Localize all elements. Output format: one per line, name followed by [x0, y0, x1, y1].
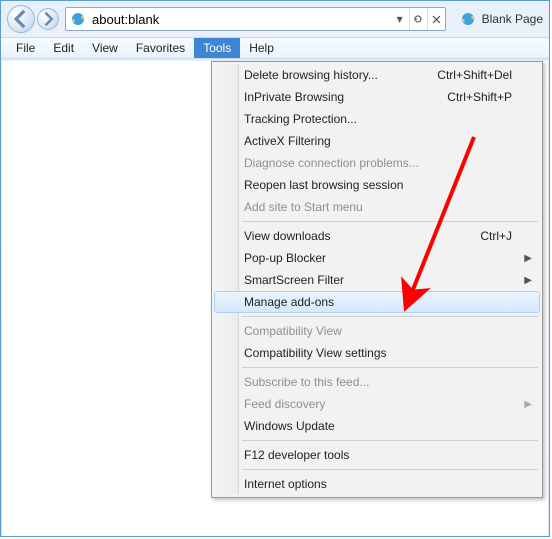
stop-button[interactable]: [427, 8, 445, 30]
menu-item-label: Pop-up Blocker: [244, 251, 326, 265]
tools-menu-dropdown: Delete browsing history... Ctrl+Shift+Del…: [211, 61, 543, 498]
ie-logo-icon: [460, 11, 476, 27]
menu-item-activex-filtering[interactable]: ActiveX Filtering: [214, 130, 540, 152]
refresh-button[interactable]: [409, 8, 427, 30]
menu-item-delete-browsing-history[interactable]: Delete browsing history... Ctrl+Shift+Del: [214, 64, 540, 86]
menu-item-label: Feed discovery: [244, 397, 325, 411]
titlebar: ▾ Blank Page: [1, 1, 549, 37]
menu-item-reopen-last-browsing-session[interactable]: Reopen last browsing session: [214, 174, 540, 196]
menu-separator: [242, 440, 538, 441]
menu-item-shortcut: Ctrl+J: [480, 229, 512, 243]
menu-item-feed-discovery: Feed discovery ▶: [214, 393, 540, 415]
tab-blank-page[interactable]: Blank Page: [482, 12, 543, 26]
address-dropdown-button[interactable]: ▾: [391, 8, 409, 30]
menu-item-label: F12 developer tools: [244, 448, 349, 462]
submenu-arrow-icon: ▶: [524, 399, 532, 410]
menu-item-compatibility-view: Compatibility View: [214, 320, 540, 342]
menu-item-shortcut: Ctrl+Shift+Del: [437, 68, 512, 82]
menu-item-label: Reopen last browsing session: [244, 178, 403, 192]
menu-item-compatibility-view-settings[interactable]: Compatibility View settings: [214, 342, 540, 364]
menu-item-label: Compatibility View: [244, 324, 342, 338]
menu-item-manage-add-ons[interactable]: Manage add-ons: [214, 291, 540, 313]
content-area: Delete browsing history... Ctrl+Shift+Del…: [2, 61, 548, 536]
forward-button[interactable]: [37, 8, 59, 30]
menu-item-label: View downloads: [244, 229, 331, 243]
menu-separator: [242, 221, 538, 222]
menu-item-subscribe-to-this-feed: Subscribe to this feed...: [214, 371, 540, 393]
menu-item-label: Internet options: [244, 477, 327, 491]
submenu-arrow-icon: ▶: [524, 253, 532, 264]
menu-item-view-downloads[interactable]: View downloads Ctrl+J: [214, 225, 540, 247]
menu-item-label: Compatibility View settings: [244, 346, 387, 360]
menu-separator: [242, 367, 538, 368]
menu-item-smartscreen-filter[interactable]: SmartScreen Filter ▶: [214, 269, 540, 291]
menu-separator: [242, 469, 538, 470]
menu-item-label: ActiveX Filtering: [244, 134, 331, 148]
menu-item-label: InPrivate Browsing: [244, 90, 344, 104]
ie-logo-icon: [70, 11, 86, 27]
browser-window: ▾ Blank Page FileEditViewFavoritesToolsH…: [0, 0, 550, 537]
address-bar[interactable]: ▾: [65, 7, 446, 31]
menu-item-add-site-to-start-menu: Add site to Start menu: [214, 196, 540, 218]
address-input[interactable]: [90, 10, 391, 29]
menu-edit[interactable]: Edit: [44, 38, 83, 58]
menu-item-label: Delete browsing history...: [244, 68, 378, 82]
menu-view[interactable]: View: [83, 38, 127, 58]
back-button[interactable]: [7, 5, 35, 33]
menu-item-shortcut: Ctrl+Shift+P: [447, 90, 512, 104]
menu-help[interactable]: Help: [240, 38, 283, 58]
tab-bar: Blank Page: [452, 11, 543, 27]
menu-tools[interactable]: Tools: [194, 38, 240, 58]
menu-item-pop-up-blocker[interactable]: Pop-up Blocker ▶: [214, 247, 540, 269]
menu-item-diagnose-connection-problems: Diagnose connection problems...: [214, 152, 540, 174]
menu-item-label: Manage add-ons: [244, 295, 334, 309]
menu-item-label: Diagnose connection problems...: [244, 156, 419, 170]
menu-bar: FileEditViewFavoritesToolsHelp: [1, 37, 549, 59]
menu-item-label: Subscribe to this feed...: [244, 375, 369, 389]
menu-favorites[interactable]: Favorites: [127, 38, 194, 58]
menu-item-f12-developer-tools[interactable]: F12 developer tools: [214, 444, 540, 466]
menu-separator: [242, 316, 538, 317]
menu-item-label: Add site to Start menu: [244, 200, 363, 214]
menu-item-inprivate-browsing[interactable]: InPrivate Browsing Ctrl+Shift+P: [214, 86, 540, 108]
menu-item-label: SmartScreen Filter: [244, 273, 344, 287]
submenu-arrow-icon: ▶: [524, 275, 532, 286]
menu-item-windows-update[interactable]: Windows Update: [214, 415, 540, 437]
menu-item-tracking-protection[interactable]: Tracking Protection...: [214, 108, 540, 130]
menu-item-label: Tracking Protection...: [244, 112, 357, 126]
menu-item-label: Windows Update: [244, 419, 335, 433]
menu-item-internet-options[interactable]: Internet options: [214, 473, 540, 495]
menu-file[interactable]: File: [7, 38, 44, 58]
tab-label: Blank Page: [482, 12, 543, 26]
